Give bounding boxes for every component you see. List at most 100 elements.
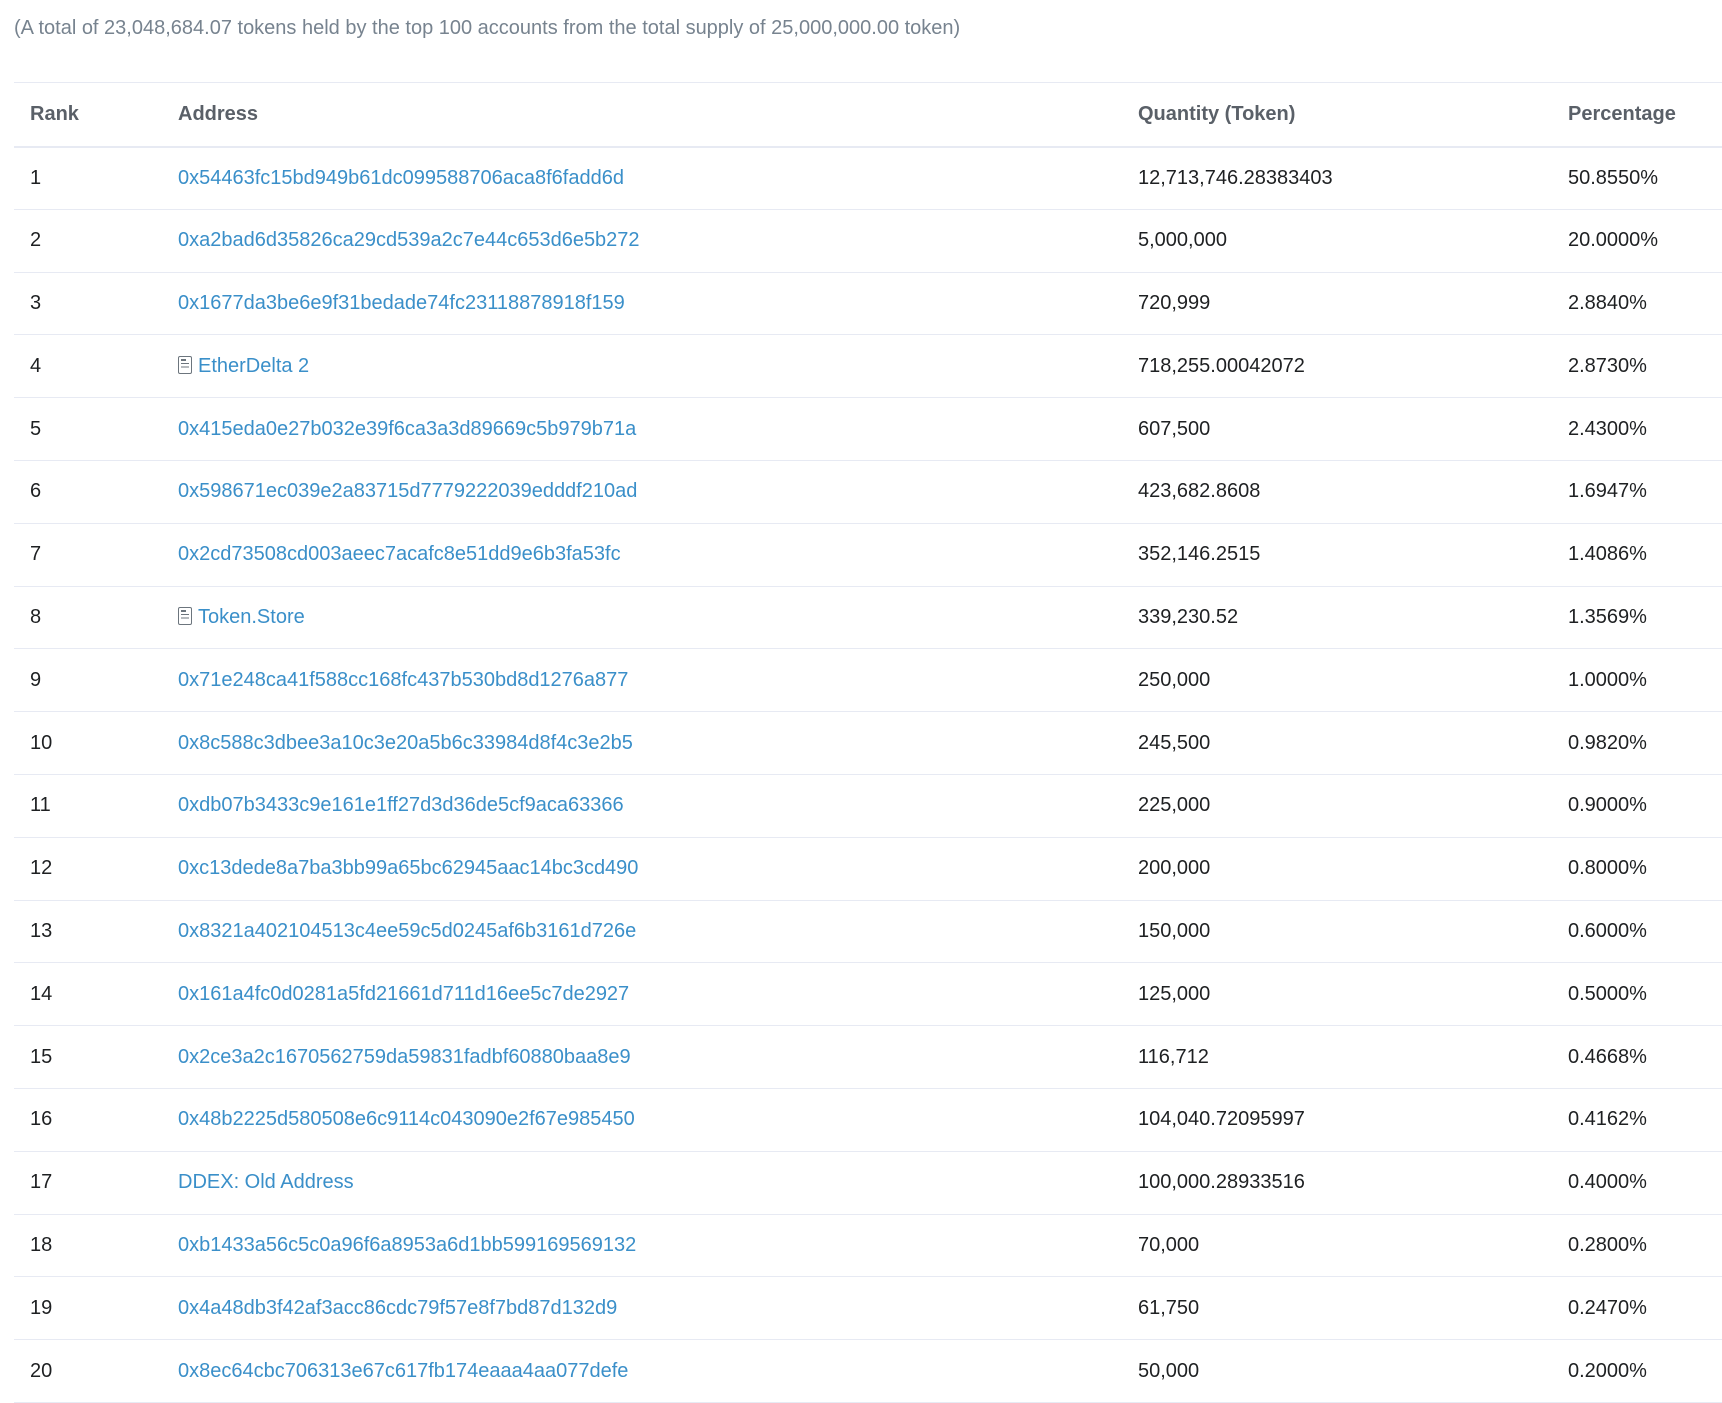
holder-address-link[interactable]: 0x415eda0e27b032e39f6ca3a3d89669c5b979b7… <box>178 418 636 440</box>
table-body: 1 0x54463fc15bd949b61dc099588706aca8f6fad… <box>14 147 1722 1403</box>
holder-address-link[interactable]: 0x2ce3a2c1670562759da59831fadbf60880baa8… <box>178 1046 631 1068</box>
table-row: 5 0x415eda0e27b032e39f6ca3a3d89669c5b979b… <box>14 398 1722 461</box>
percentage-cell: 0.9820% <box>1568 731 1647 754</box>
table-row: 6 0x598671ec039e2a83715d7779222039edddf21… <box>14 460 1722 524</box>
quantity-cell: 607,500 <box>1138 417 1211 440</box>
holder-address-link[interactable]: 0xc13dede8a7ba3bb99a65bc62945aac14bc3cd4… <box>178 857 638 879</box>
table-row: 14 0x161a4fc0d0281a5fd21661d711d16ee5c7de… <box>14 963 1722 1026</box>
table-row: 18 0xb1433a56c5c0a96f6a8953a6d1bb59916956… <box>14 1214 1722 1277</box>
rank-cell: 12 <box>30 857 53 880</box>
rank-cell: 11 <box>30 794 51 817</box>
rank-cell: 20 <box>30 1359 53 1382</box>
holder-address-link[interactable]: 0x8ec64cbc706313e67c617fb174eaaa4aa077de… <box>178 1360 628 1382</box>
table-row: 11 0xdb07b3433c9e161e1ff27d3d36de5cf9aca6… <box>14 774 1722 838</box>
quantity-cell: 250,000 <box>1138 668 1211 691</box>
percentage-cell: 2.8730% <box>1568 354 1647 377</box>
address-cell: 0x1677da3be6e9f31bedade74fc23118878918f1… <box>178 272 1138 335</box>
address-cell: 0x598671ec039e2a83715d7779222039edddf210… <box>178 460 1138 523</box>
address-cell: 0x8321a402104513c4ee59c5d0245af6b3161d72… <box>178 900 1138 963</box>
percentage-cell: 0.9000% <box>1568 794 1647 817</box>
quantity-cell: 718,255.00042072 <box>1138 354 1305 377</box>
table-row: 13 0x8321a402104513c4ee59c5d0245af6b3161d… <box>14 900 1722 963</box>
quantity-cell: 423,682.8608 <box>1138 480 1261 503</box>
table-row: 12 0xc13dede8a7ba3bb99a65bc62945aac14bc3c… <box>14 837 1722 901</box>
quantity-cell: 61,750 <box>1138 1296 1200 1319</box>
rank-cell: 17 <box>30 1171 53 1194</box>
holders-summary: (A total of 23,048,684.07 tokens held by… <box>14 17 961 39</box>
percentage-cell: 20.0000% <box>1568 229 1659 252</box>
header-quantity: Quantity (Token) <box>1138 102 1296 125</box>
table-row: 10 0x8c588c3dbee3a10c3e20a5b6c33984d8f4c3… <box>14 712 1722 775</box>
holder-address-link[interactable]: 0xdb07b3433c9e161e1ff27d3d36de5cf9aca633… <box>178 794 624 816</box>
holder-address-link[interactable]: 0x8c588c3dbee3a10c3e20a5b6c33984d8f4c3e2… <box>178 732 633 754</box>
percentage-cell: 0.5000% <box>1568 982 1647 1005</box>
address-cell: 0x415eda0e27b032e39f6ca3a3d89669c5b979b7… <box>178 398 1138 461</box>
address-cell: 0x54463fc15bd949b61dc099588706aca8f6fadd… <box>178 147 1138 210</box>
percentage-cell: 1.0000% <box>1568 668 1647 691</box>
table-header-row: Rank Address Quantity (Token) Percentage <box>14 82 1722 147</box>
percentage-cell: 0.2800% <box>1568 1233 1647 1256</box>
quantity-cell: 150,000 <box>1138 919 1211 942</box>
percentage-cell: 2.4300% <box>1568 417 1647 440</box>
table-row: 1 0x54463fc15bd949b61dc099588706aca8f6fad… <box>14 147 1722 210</box>
address-cell: 0x8c588c3dbee3a10c3e20a5b6c33984d8f4c3e2… <box>178 712 1138 775</box>
contract-document-icon <box>178 606 192 625</box>
table-row: 20 0x8ec64cbc706313e67c617fb174eaaa4aa077… <box>14 1340 1722 1403</box>
table-row: 2 0xa2bad6d35826ca29cd539a2c7e44c653d6e5b… <box>14 209 1722 273</box>
quantity-cell: 245,500 <box>1138 731 1211 754</box>
holder-address-link[interactable]: 0x71e248ca41f588cc168fc437b530bd8d1276a8… <box>178 669 628 691</box>
percentage-cell: 1.3569% <box>1568 605 1647 628</box>
holder-address-link[interactable]: 0x8321a402104513c4ee59c5d0245af6b3161d72… <box>178 920 636 942</box>
address-cell: 0x8ec64cbc706313e67c617fb174eaaa4aa077de… <box>178 1340 1138 1403</box>
holder-address-link[interactable]: 0xa2bad6d35826ca29cd539a2c7e44c653d6e5b2… <box>178 229 640 251</box>
address-cell: 0xb1433a56c5c0a96f6a8953a6d1bb5991695691… <box>178 1214 1138 1277</box>
header-address: Address <box>178 102 259 125</box>
quantity-cell: 225,000 <box>1138 794 1211 817</box>
holder-address-link[interactable]: 0x48b2225d580508e6c9114c043090e2f67e9854… <box>178 1108 635 1130</box>
holder-address-link[interactable]: Token.Store <box>198 606 305 628</box>
holder-address-link[interactable]: EtherDelta 2 <box>198 355 309 377</box>
table-row: 9 0x71e248ca41f588cc168fc437b530bd8d1276a… <box>14 649 1722 712</box>
percentage-cell: 2.8840% <box>1568 291 1647 314</box>
rank-cell: 1 <box>30 166 42 189</box>
holder-address-link[interactable]: 0x4a48db3f42af3acc86cdc79f57e8f7bd87d132… <box>178 1297 617 1319</box>
address-cell: Token.Store <box>178 586 1138 649</box>
quantity-cell: 352,146.2515 <box>1138 543 1261 566</box>
table-row: 8 Token.Store 339,230.52 1.3569% <box>14 586 1722 649</box>
holder-address-link[interactable]: 0x161a4fc0d0281a5fd21661d711d16ee5c7de29… <box>178 983 629 1005</box>
percentage-cell: 0.4162% <box>1568 1108 1647 1131</box>
holder-address-link[interactable]: DDEX: Old Address <box>178 1171 354 1193</box>
address-cell: 0x4a48db3f42af3acc86cdc79f57e8f7bd87d132… <box>178 1277 1138 1340</box>
address-cell: DDEX: Old Address <box>178 1151 1138 1214</box>
rank-cell: 4 <box>30 354 42 377</box>
address-cell: 0xdb07b3433c9e161e1ff27d3d36de5cf9aca633… <box>178 774 1138 837</box>
header-percentage: Percentage <box>1568 102 1676 125</box>
percentage-cell: 0.2470% <box>1568 1296 1647 1319</box>
address-cell: 0xa2bad6d35826ca29cd539a2c7e44c653d6e5b2… <box>178 209 1138 272</box>
quantity-cell: 5,000,000 <box>1138 229 1227 252</box>
rank-cell: 14 <box>30 982 53 1005</box>
rank-cell: 9 <box>30 668 42 691</box>
rank-cell: 13 <box>30 919 53 942</box>
rank-cell: 10 <box>30 731 53 754</box>
quantity-cell: 720,999 <box>1138 291 1211 314</box>
holder-address-link[interactable]: 0x54463fc15bd949b61dc099588706aca8f6fadd… <box>178 167 624 189</box>
quantity-cell: 12,713,746.28383403 <box>1138 166 1333 189</box>
rank-cell: 19 <box>30 1296 53 1319</box>
holder-address-link[interactable]: 0x598671ec039e2a83715d7779222039edddf210… <box>178 480 637 502</box>
rank-cell: 3 <box>30 291 42 314</box>
table-row: 7 0x2cd73508cd003aeec7acafc8e51dd9e6b3fa5… <box>14 523 1722 587</box>
table-row: 15 0x2ce3a2c1670562759da59831fadbf60880ba… <box>14 1026 1722 1089</box>
percentage-cell: 0.4000% <box>1568 1171 1647 1194</box>
holder-address-link[interactable]: 0xb1433a56c5c0a96f6a8953a6d1bb5991695691… <box>178 1234 636 1256</box>
address-cell: 0xc13dede8a7ba3bb99a65bc62945aac14bc3cd4… <box>178 837 1138 900</box>
token-holders-table: Rank Address Quantity (Token) Percentage… <box>14 82 1722 1403</box>
holder-address-link[interactable]: 0x1677da3be6e9f31bedade74fc23118878918f1… <box>178 292 625 314</box>
percentage-cell: 0.8000% <box>1568 857 1647 880</box>
percentage-cell: 50.8550% <box>1568 166 1659 189</box>
rank-cell: 8 <box>30 605 42 628</box>
contract-document-icon <box>178 355 192 374</box>
quantity-cell: 70,000 <box>1138 1233 1200 1256</box>
holder-address-link[interactable]: 0x2cd73508cd003aeec7acafc8e51dd9e6b3fa53… <box>178 543 621 565</box>
rank-cell: 7 <box>30 543 42 566</box>
